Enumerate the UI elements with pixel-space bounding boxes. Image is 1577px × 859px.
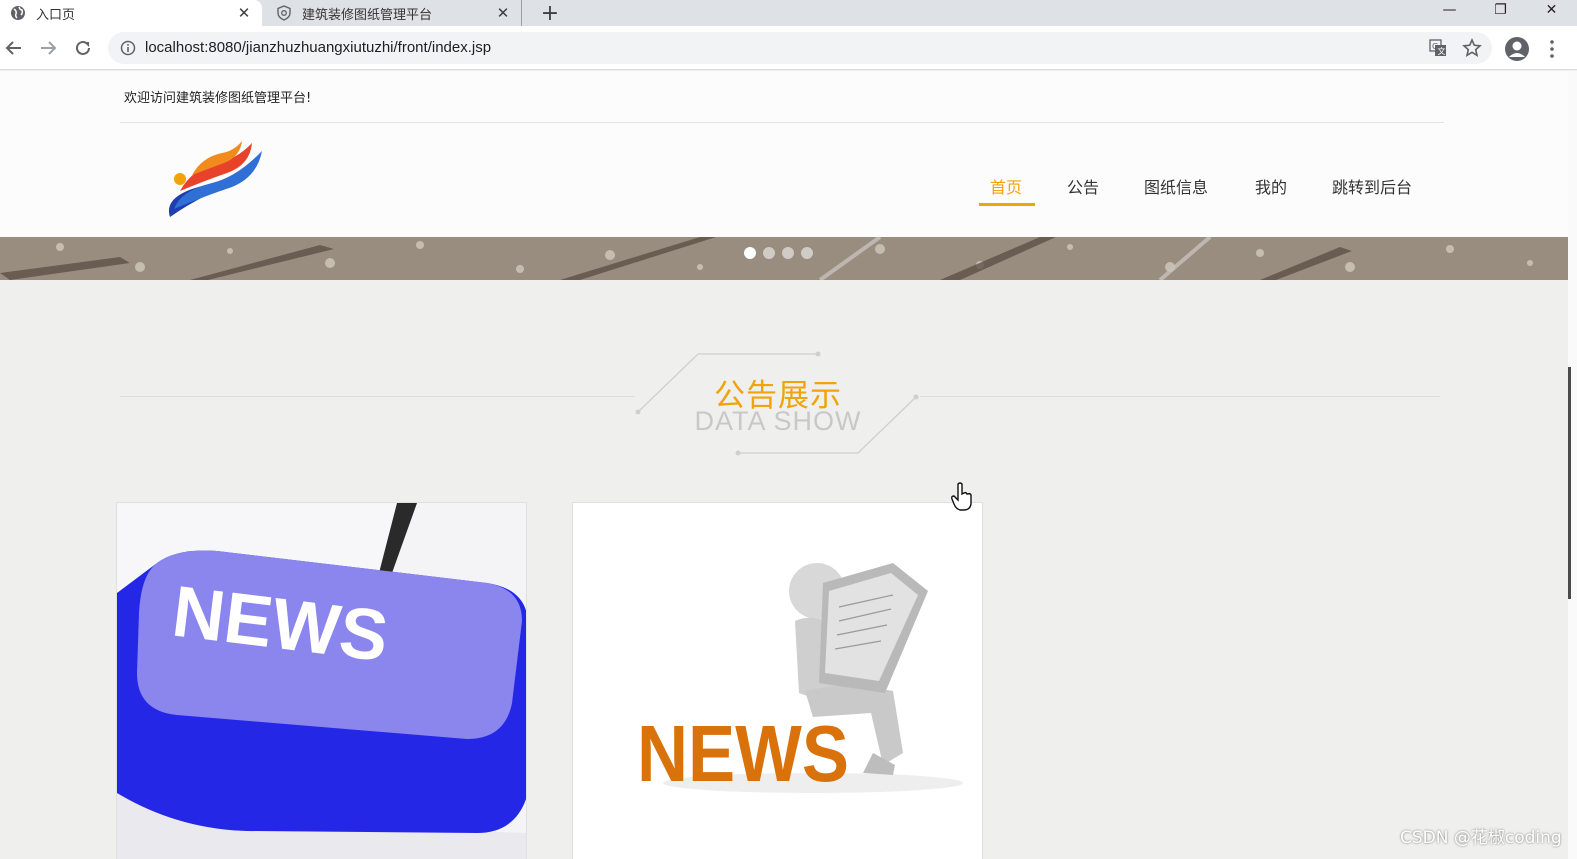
nav-mine[interactable]: 我的 <box>1255 175 1287 211</box>
minimize-button[interactable]: — <box>1424 0 1475 20</box>
arrow-right-icon <box>41 41 57 55</box>
close-tab-icon[interactable]: ✕ <box>493 3 513 23</box>
browser-tab-bar: 入口页 ✕ 建筑装修图纸管理平台 ✕ + — ❐ ✕ <box>0 0 1577 26</box>
nav-admin[interactable]: 跳转到后台 <box>1332 175 1412 211</box>
carousel-dot[interactable] <box>763 247 775 259</box>
carousel-dot[interactable] <box>801 247 813 259</box>
carousel-dots <box>744 247 813 259</box>
csdn-watermark: CSDN @花椒coding <box>1400 828 1562 848</box>
globe-icon <box>10 5 26 21</box>
tab-title: 入口页 <box>36 7 76 23</box>
news-reader-image: NEWS <box>573 503 982 859</box>
tab-platform[interactable]: 建筑装修图纸管理平台 ✕ <box>266 0 522 26</box>
carousel-banner[interactable] <box>0 237 1568 280</box>
scrollbar-thumb[interactable] <box>1568 367 1571 599</box>
header-divider <box>120 122 1444 123</box>
tab-title: 建筑装修图纸管理平台 <box>302 7 433 23</box>
profile-avatar-icon[interactable] <box>1504 36 1530 62</box>
site-header: 欢迎访问建筑装修图纸管理平台! 首页 公告 图纸信息 我的 跳转到后台 <box>0 71 1568 237</box>
nav-active-underline <box>979 203 1035 206</box>
reload-button[interactable] <box>71 36 95 60</box>
close-window-button[interactable]: ✕ <box>1526 0 1577 20</box>
window-controls: — ❐ ✕ <box>1424 0 1577 22</box>
restore-button[interactable]: ❐ <box>1475 0 1526 20</box>
news-keyboard-image: NEWS <box>117 503 526 859</box>
translate-icon[interactable]: G文 <box>1429 39 1447 57</box>
page-scrollbar[interactable] <box>1568 71 1577 859</box>
section-header: 公告展示 DATA SHOW <box>0 341 1568 471</box>
address-bar[interactable]: localhost:8080/jianzhuzhuangxiutuzhi/fro… <box>108 32 1492 64</box>
url-text[interactable]: localhost:8080/jianzhuzhuangxiutuzhi/fro… <box>145 39 491 56</box>
announcement-card[interactable]: NEWS <box>572 502 983 859</box>
info-icon[interactable] <box>120 40 136 56</box>
star-icon[interactable] <box>1462 38 1482 58</box>
nav-drawings[interactable]: 图纸信息 <box>1144 175 1208 211</box>
arrow-left-icon <box>5 41 21 55</box>
reload-icon <box>76 40 90 55</box>
close-tab-icon[interactable]: ✕ <box>234 3 254 23</box>
announcement-card[interactable]: NEWS <box>116 502 527 859</box>
welcome-text: 欢迎访问建筑装修图纸管理平台! <box>124 91 312 106</box>
page-viewport: 欢迎访问建筑装修图纸管理平台! 首页 公告 图纸信息 我的 跳转到后台 公告展示… <box>0 71 1568 859</box>
hand-pointer-cursor-icon <box>951 482 972 511</box>
svg-text:文: 文 <box>1438 46 1446 56</box>
carousel-dot[interactable] <box>782 247 794 259</box>
more-menu-icon[interactable] <box>1543 38 1561 60</box>
browser-toolbar: localhost:8080/jianzhuzhuangxiutuzhi/fro… <box>0 26 1577 70</box>
new-tab-button[interactable]: + <box>537 0 563 26</box>
back-button[interactable] <box>2 36 26 60</box>
forward-button[interactable] <box>36 36 60 60</box>
news-word-3d: NEWS <box>637 709 849 798</box>
main-nav: 首页 公告 图纸信息 我的 跳转到后台 <box>0 175 1568 215</box>
tab-entry-page[interactable]: 入口页 ✕ <box>0 0 262 26</box>
carousel-dot[interactable] <box>744 247 756 259</box>
nav-announcements[interactable]: 公告 <box>1067 175 1099 211</box>
section-subtitle: DATA SHOW <box>694 406 862 436</box>
shield-icon <box>276 5 292 21</box>
